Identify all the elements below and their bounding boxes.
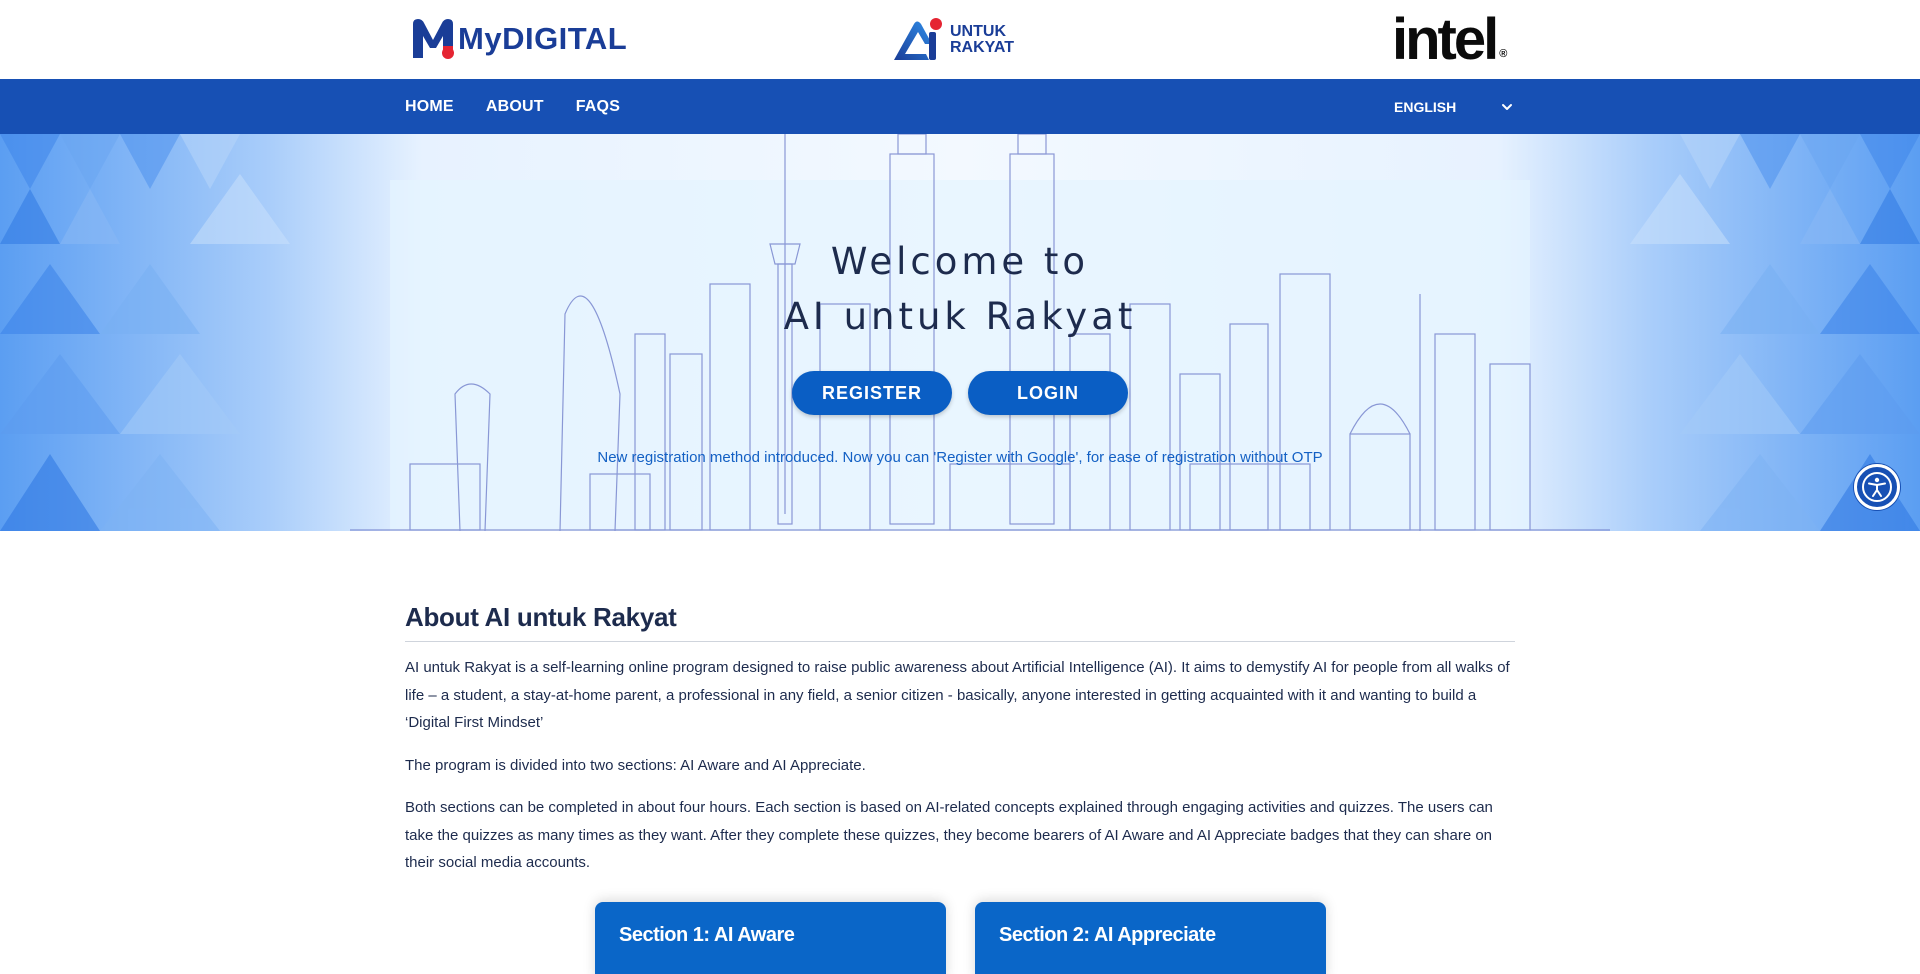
nav-links: HOME ABOUT FAQS — [405, 79, 652, 134]
about-paragraph-1: AI untuk Rakyat is a self-learning onlin… — [405, 659, 1510, 731]
registered-mark: ® — [1499, 48, 1508, 60]
rakyat-text: RAKYAT — [950, 39, 1015, 56]
nav-about[interactable]: ABOUT — [486, 98, 544, 116]
section-2-title: Section 2: AI Appreciate — [999, 924, 1216, 946]
section-2-card[interactable]: Section 2: AI Appreciate — [975, 902, 1326, 974]
ai-logo-icon — [894, 18, 942, 60]
about-section: About AI untuk Rakyat AI untuk Rakyat is… — [405, 602, 1515, 877]
mydigital-wordmark: MyDIGITAL — [458, 21, 628, 56]
ai-untuk-rakyat-logo[interactable]: UNTUK RAKYAT — [892, 16, 1014, 64]
hero-banner: Welcome to AI untuk Rakyat REGISTER LOGI… — [0, 134, 1920, 531]
about-paragraph-2: The program is divided into two sections… — [405, 756, 866, 774]
login-button[interactable]: LOGIN — [968, 371, 1128, 415]
about-title: About AI untuk Rakyat — [405, 602, 1515, 642]
language-select[interactable]: ENGLISH — [1394, 94, 1514, 120]
mydigital-m-icon — [413, 19, 454, 59]
hero-title: Welcome to AI untuk Rakyat — [560, 234, 1360, 344]
section-1-card[interactable]: Section 1: AI Aware — [595, 902, 946, 974]
section-1-title: Section 1: AI Aware — [619, 924, 795, 946]
register-button[interactable]: REGISTER — [792, 371, 952, 415]
main-nav: HOME ABOUT FAQS ENGLISH — [0, 79, 1920, 134]
about-paragraph-3: Both sections can be completed in about … — [405, 799, 1493, 871]
untuk-rakyat-wordmark: UNTUK RAKYAT — [950, 24, 1014, 56]
nav-home[interactable]: HOME — [405, 98, 454, 116]
intel-wordmark: intel — [1392, 7, 1499, 72]
accessibility-icon — [1862, 472, 1892, 502]
language-value: ENGLISH — [1394, 99, 1457, 115]
registration-notice: New registration method introduced. Now … — [597, 449, 1323, 466]
intel-logo[interactable]: intel ® — [1392, 6, 1508, 73]
nav-faqs[interactable]: FAQS — [576, 98, 620, 116]
chevron-down-icon — [1502, 104, 1512, 110]
logo-bar: MyDIGITAL UNTUK RAKYAT intel ® — [0, 0, 1920, 79]
mydigital-logo[interactable]: MyDIGITAL — [410, 16, 627, 62]
accessibility-button[interactable] — [1854, 464, 1900, 510]
hero-title-line1: Welcome to — [830, 240, 1090, 283]
hero-title-line2: AI untuk Rakyat — [783, 295, 1137, 338]
untuk-text: UNTUK — [950, 23, 1006, 40]
